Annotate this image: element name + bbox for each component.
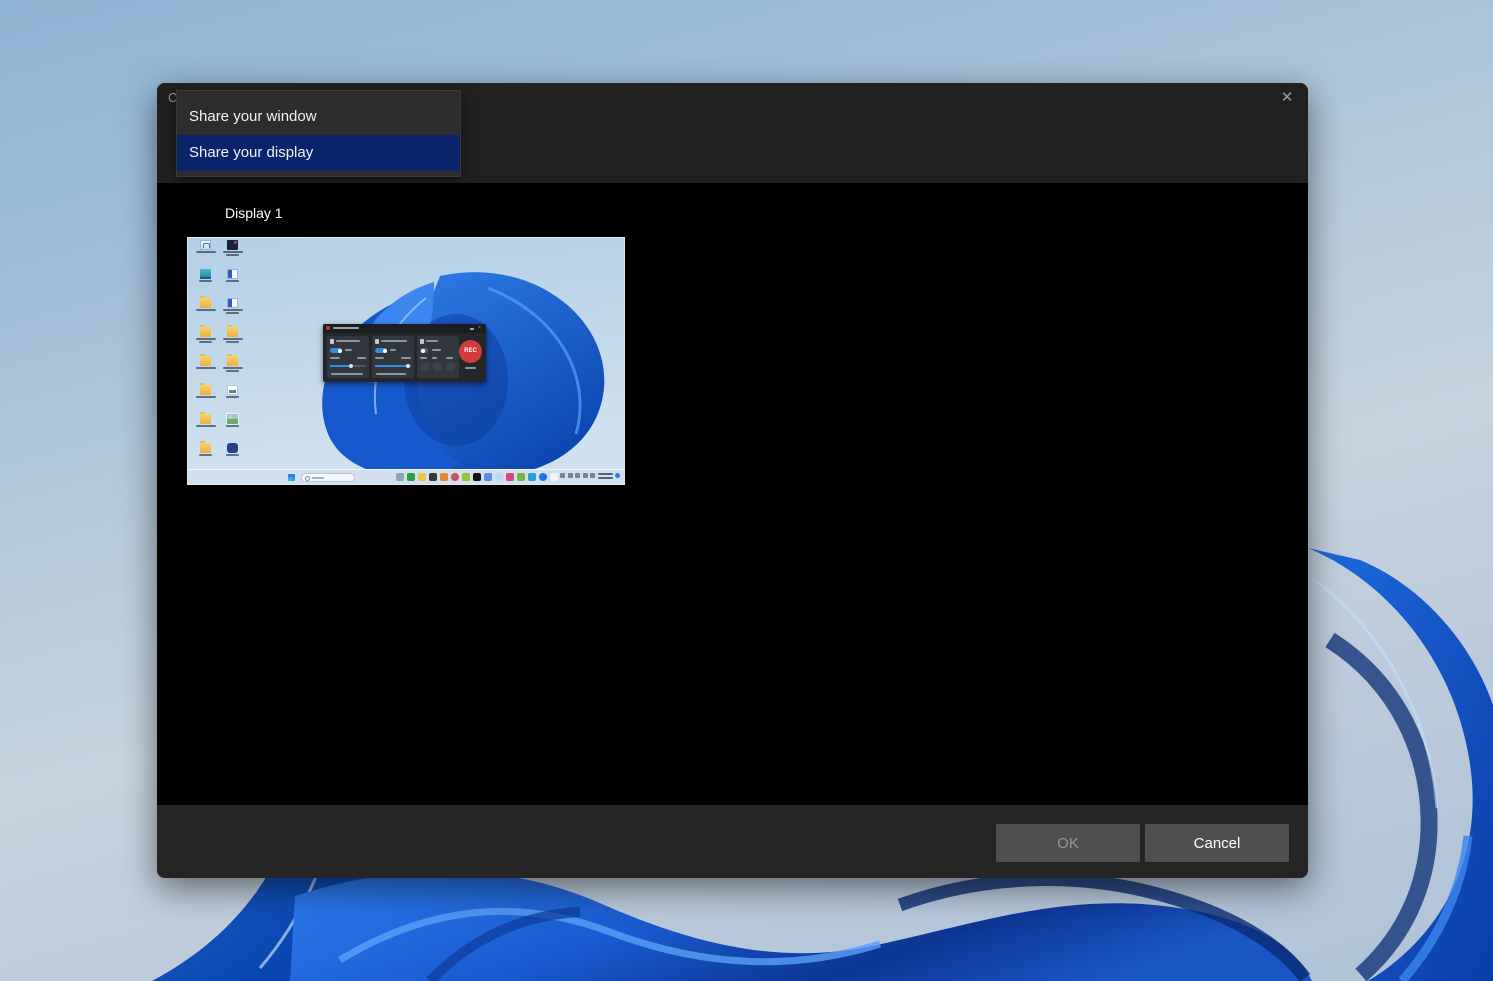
word-doc-icon bbox=[219, 269, 246, 298]
rec-button: REC bbox=[459, 340, 482, 363]
chrome-icon bbox=[451, 473, 459, 481]
image-gallery-icon bbox=[219, 414, 246, 443]
recorder-app-icon bbox=[326, 326, 330, 330]
tray-icon bbox=[583, 473, 588, 478]
taskbar-app-icons bbox=[396, 473, 558, 481]
excel-like-icon bbox=[528, 473, 536, 481]
thumbnail-taskbar bbox=[188, 469, 624, 484]
webcam-timer-panel bbox=[417, 336, 459, 378]
app-icon bbox=[517, 473, 525, 481]
taskbar-search-pill bbox=[301, 473, 355, 482]
system-audio-panel bbox=[372, 336, 414, 378]
video-file-icon bbox=[219, 240, 246, 269]
app-icon bbox=[506, 473, 514, 481]
screen-recorder-window: × bbox=[323, 324, 486, 382]
mic-volume-slider bbox=[330, 365, 366, 367]
camera-app-icon bbox=[429, 473, 437, 481]
tray-icon bbox=[575, 473, 580, 478]
timer-hour-spinner bbox=[420, 363, 429, 371]
recycle-bin-icon bbox=[192, 240, 219, 269]
tray-icon bbox=[568, 473, 573, 478]
x-app-icon bbox=[473, 473, 481, 481]
system-volume-slider bbox=[375, 365, 411, 367]
app-icon bbox=[484, 473, 492, 481]
folder-icon bbox=[192, 414, 219, 443]
tray-chevron-icon bbox=[560, 473, 565, 478]
tray-icon bbox=[590, 473, 595, 478]
start-button-icon bbox=[288, 474, 295, 481]
system-tray bbox=[560, 473, 620, 479]
share-type-dropdown: Share your window Share your display bbox=[176, 90, 461, 177]
close-icon: × bbox=[478, 326, 483, 331]
microphone-panel bbox=[327, 336, 369, 378]
minimize-icon bbox=[470, 328, 474, 330]
browser-icon bbox=[539, 473, 547, 481]
app-icon bbox=[550, 473, 558, 481]
folder-icon bbox=[219, 356, 246, 385]
folder-app-icon bbox=[418, 473, 426, 481]
display-1-label: Display 1 bbox=[225, 205, 283, 221]
timer-sec-spinner bbox=[446, 363, 455, 371]
file-explorer-icon bbox=[396, 473, 404, 481]
desktop-wallpaper: C ✕ Share your window Share your display… bbox=[0, 0, 1493, 981]
tray-clock bbox=[598, 473, 613, 479]
system-audio-toggle-on bbox=[375, 348, 387, 353]
folder-icon bbox=[192, 443, 219, 472]
app-shortcut-icon bbox=[219, 443, 246, 472]
edge-icon bbox=[495, 473, 503, 481]
folder-icon bbox=[192, 356, 219, 385]
webcam-toggle-off bbox=[420, 348, 428, 353]
word-doc-icon bbox=[219, 298, 246, 327]
webcam-icon bbox=[420, 339, 424, 344]
dropdown-item-share-window[interactable]: Share your window bbox=[177, 99, 460, 135]
speaker-icon bbox=[375, 339, 379, 344]
mic-toggle-on bbox=[330, 348, 342, 353]
folder-icon bbox=[192, 327, 219, 356]
folder-icon bbox=[219, 327, 246, 356]
close-icon[interactable]: ✕ bbox=[1275, 87, 1299, 109]
photo-file-icon bbox=[219, 385, 246, 414]
notebook-app-icon bbox=[440, 473, 448, 481]
folder-icon bbox=[192, 385, 219, 414]
folder-icon bbox=[192, 298, 219, 327]
recorder-titlebar: × bbox=[323, 324, 486, 333]
app-icon bbox=[462, 473, 470, 481]
display-1-thumbnail[interactable]: × bbox=[187, 237, 625, 485]
monitor-shortcut-icon bbox=[192, 269, 219, 298]
app-icon bbox=[407, 473, 415, 481]
thumbnail-desktop-icons bbox=[192, 240, 248, 470]
microphone-icon bbox=[330, 339, 334, 344]
dropdown-item-share-display[interactable]: Share your display bbox=[177, 135, 460, 171]
share-dialog: C ✕ Share your window Share your display… bbox=[157, 83, 1308, 878]
notification-badge bbox=[615, 473, 620, 478]
ok-button[interactable]: OK bbox=[996, 824, 1140, 862]
cancel-button[interactable]: Cancel bbox=[1145, 824, 1289, 862]
timer-min-spinner bbox=[433, 363, 442, 371]
